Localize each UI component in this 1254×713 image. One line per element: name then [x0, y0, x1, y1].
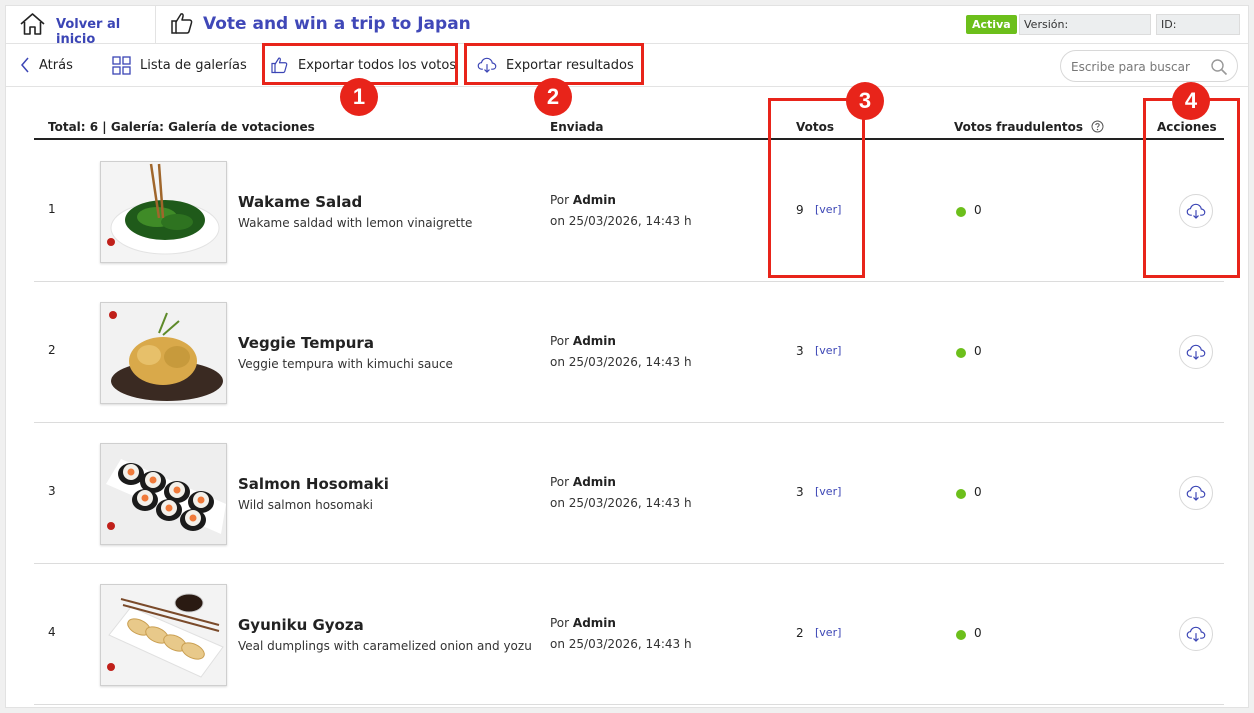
status-dot [956, 489, 966, 499]
row-index: 2 [48, 343, 56, 357]
export-results-label: Exportar resultados [506, 57, 634, 73]
home-label[interactable]: Volver al inicio [56, 17, 155, 47]
view-votes-link[interactable]: [ver] [815, 626, 841, 639]
author-name: Admin [572, 475, 616, 489]
sent-by: Por Admin [550, 193, 616, 207]
help-icon[interactable] [1091, 120, 1104, 133]
fraud-votes-count: 0 [974, 203, 982, 217]
app-window: Volver al inicio Vote and win a trip to … [5, 5, 1249, 708]
view-votes-link[interactable]: [ver] [815, 344, 841, 357]
votes-count: 9 [796, 203, 804, 217]
by-label: Por [550, 616, 570, 630]
by-label: Por [550, 193, 570, 207]
home-link[interactable]: Volver al inicio [6, 6, 156, 47]
row-index: 3 [48, 484, 56, 498]
download-button[interactable] [1179, 476, 1213, 510]
cloud-download-icon [1186, 485, 1206, 501]
by-label: Por [550, 475, 570, 489]
author-name: Admin [572, 193, 616, 207]
sent-date: on 25/03/2026, 14:43 h [550, 214, 692, 228]
item-thumbnail[interactable] [100, 302, 227, 404]
column-header-fraud-label: Votos fraudulentos [954, 120, 1084, 134]
back-label: Atrás [39, 57, 73, 73]
back-button[interactable]: Atrás [20, 45, 73, 85]
item-title: Gyuniku Gyoza [238, 616, 364, 634]
item-description: Wakame saldad with lemon vinaigrette [238, 216, 473, 230]
author-name: Admin [572, 616, 616, 630]
home-icon [20, 13, 45, 35]
fraud-votes-count: 0 [974, 485, 982, 499]
table-row: 3 Salmon Hosomaki Wild salmon hosomaki P… [34, 423, 1224, 564]
item-title: Veggie Tempura [238, 334, 374, 352]
status-dot [956, 207, 966, 217]
fraud-votes-count: 0 [974, 626, 982, 640]
callout-badge-2: 2 [534, 78, 572, 116]
item-description: Veal dumplings with caramelized onion an… [238, 639, 532, 653]
salmon-hosomaki-image [101, 444, 226, 544]
sent-by: Por Admin [550, 334, 616, 348]
gyuniku-gyoza-image [101, 585, 226, 685]
cloud-download-icon [1186, 344, 1206, 360]
column-header-actions: Acciones [1157, 120, 1217, 134]
column-header-votes: Votos [796, 120, 834, 134]
votes-count: 3 [796, 485, 804, 499]
page-title: Vote and win a trip to Japan [203, 14, 471, 34]
search-icon[interactable] [1210, 58, 1228, 76]
grid-icon [112, 55, 131, 75]
cloud-download-icon [1186, 203, 1206, 219]
item-title: Salmon Hosomaki [238, 475, 389, 493]
sent-date: on 25/03/2026, 14:43 h [550, 637, 692, 651]
search-box[interactable] [1060, 50, 1238, 82]
sent-by: Por Admin [550, 616, 616, 630]
veggie-tempura-image [101, 303, 226, 403]
table-row: 4 Gyuniku Gyoza Veal dumplings with cara… [34, 564, 1224, 705]
table-header: Total: 6 | Galería: Galería de votacione… [34, 115, 1224, 140]
table-row: 2 Veggie Tempura Veggie tempura with kim… [34, 282, 1224, 423]
export-all-votes-label: Exportar todos los votos [298, 57, 457, 73]
row-index: 1 [48, 202, 56, 216]
author-name: Admin [572, 334, 616, 348]
search-input[interactable] [1071, 57, 1211, 77]
by-label: Por [550, 334, 570, 348]
item-title: Wakame Salad [238, 193, 363, 211]
view-votes-link[interactable]: [ver] [815, 485, 841, 498]
callout-badge-3: 3 [846, 82, 884, 120]
sent-date: on 25/03/2026, 14:43 h [550, 355, 692, 369]
download-button[interactable] [1179, 335, 1213, 369]
download-button[interactable] [1179, 617, 1213, 651]
item-thumbnail[interactable] [100, 584, 227, 686]
status-dot [956, 348, 966, 358]
status-dot [956, 630, 966, 640]
item-thumbnail[interactable] [100, 161, 227, 263]
table-row: 1 Wakame Salad Wakame saldad with lemon … [34, 141, 1224, 282]
votes-count: 2 [796, 626, 804, 640]
thumbs-up-icon [271, 57, 288, 74]
chevron-left-icon [21, 57, 29, 73]
cloud-download-icon [1186, 626, 1206, 642]
column-header-fraud: Votos fraudulentos [954, 120, 1104, 134]
row-index: 4 [48, 625, 56, 639]
thumbs-up-icon [171, 13, 193, 34]
callout-badge-1: 1 [340, 78, 378, 116]
status-badge: Activa [966, 15, 1017, 34]
sent-by: Por Admin [550, 475, 616, 489]
gallery-list-label: Lista de galerías [140, 57, 247, 73]
column-header-sent: Enviada [550, 120, 604, 134]
fraud-votes-count: 0 [974, 344, 982, 358]
cloud-download-icon [477, 57, 497, 73]
callout-badge-4: 4 [1172, 82, 1210, 120]
top-bar: Volver al inicio Vote and win a trip to … [6, 6, 1248, 47]
version-field: Versión: [1019, 14, 1151, 35]
item-thumbnail[interactable] [100, 443, 227, 545]
item-description: Veggie tempura with kimuchi sauce [238, 357, 453, 371]
sent-date: on 25/03/2026, 14:43 h [550, 496, 692, 510]
download-button[interactable] [1179, 194, 1213, 228]
id-field: ID: [1156, 14, 1240, 35]
item-description: Wild salmon hosomaki [238, 498, 373, 512]
view-votes-link[interactable]: [ver] [815, 203, 841, 216]
gallery-list-button[interactable]: Lista de galerías [112, 45, 247, 85]
votes-count: 3 [796, 344, 804, 358]
wakame-salad-image [101, 162, 226, 262]
table-summary: Total: 6 | Galería: Galería de votacione… [48, 120, 315, 134]
